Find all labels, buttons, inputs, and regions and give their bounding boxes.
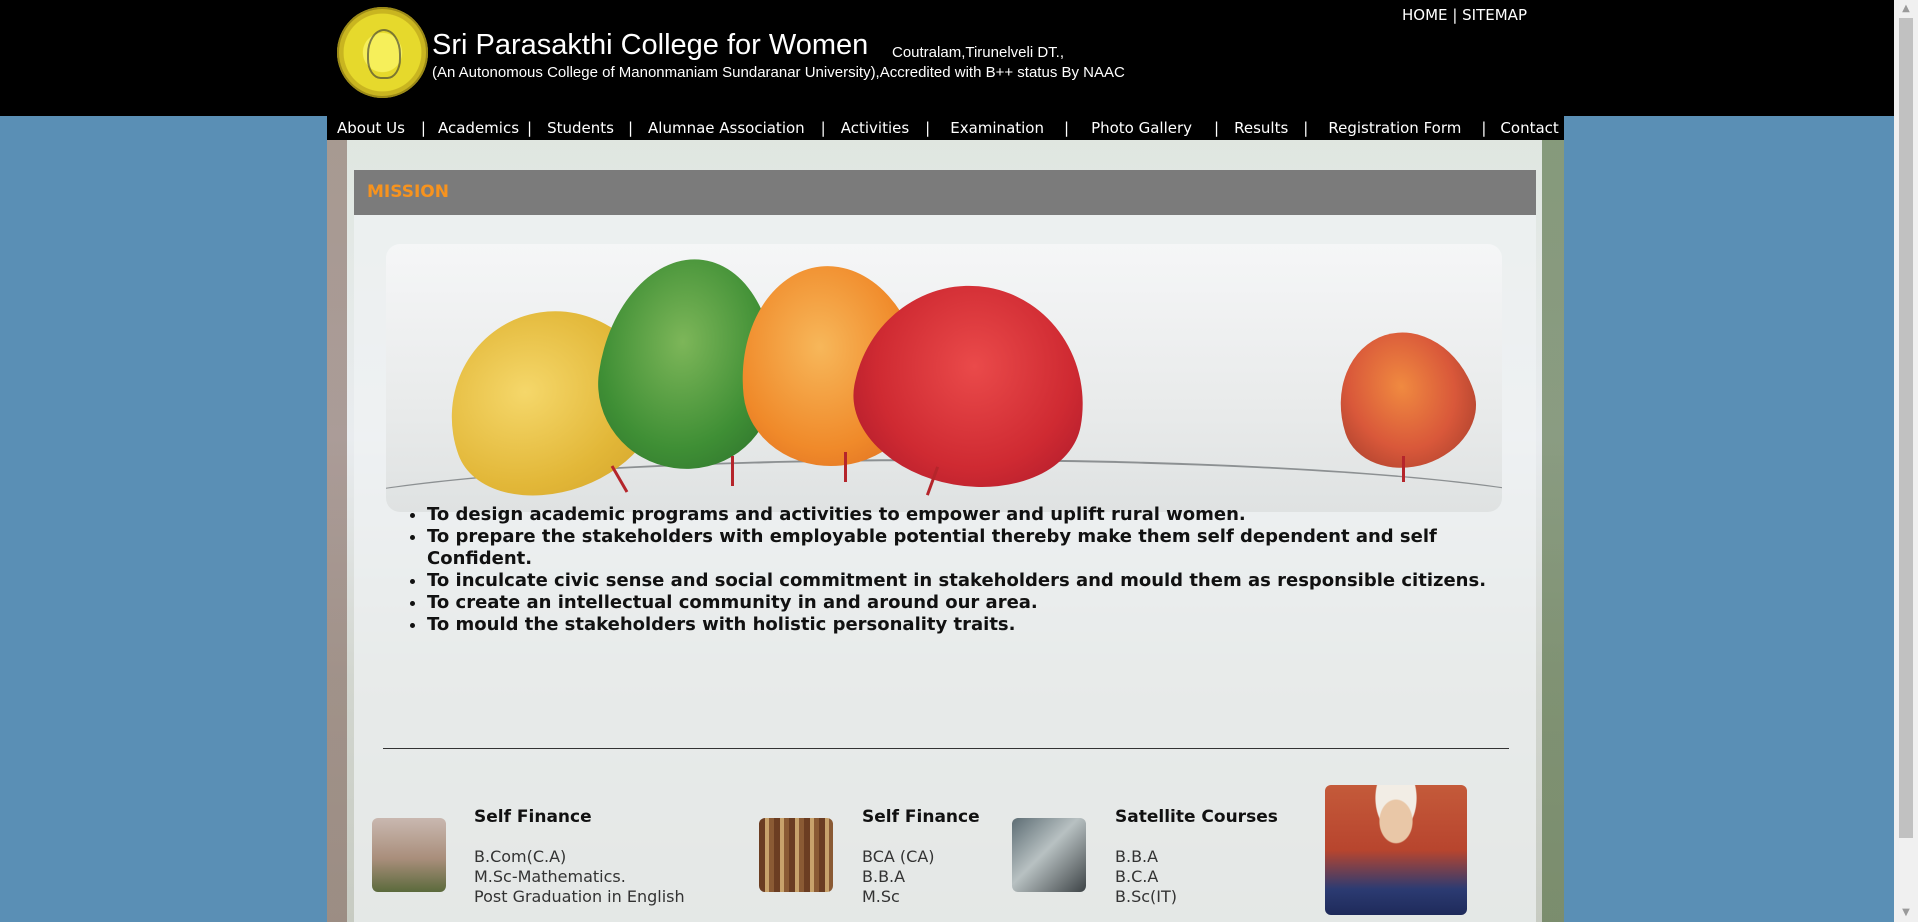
top-links: HOME | SITEMAP <box>1402 6 1527 24</box>
home-link[interactable]: HOME <box>1402 6 1448 24</box>
mission-item: To inculcate civic sense and social comm… <box>427 570 1527 592</box>
section-divider <box>383 748 1509 749</box>
nav-results[interactable]: Results <box>1219 119 1303 137</box>
panel-title: MISSION <box>354 170 1536 215</box>
bookshelf-photo-icon[interactable] <box>759 818 833 892</box>
site-header: Sri Parasakthi College for Women Coutral… <box>0 0 1894 116</box>
nav-contact[interactable]: Contact <box>1486 119 1558 137</box>
sitemap-link[interactable]: SITEMAP <box>1462 6 1527 24</box>
main-container: About Us | Academics | Students | Alumna… <box>327 116 1564 922</box>
leaf-stem <box>1402 456 1405 482</box>
small-red-leaf-icon <box>1320 314 1491 485</box>
page-scrollbar[interactable]: ▲ ▼ <box>1894 0 1918 922</box>
course-line[interactable]: B.C.A <box>1115 867 1158 886</box>
college-place: Coutralam,Tirunelveli DT., <box>892 44 1064 61</box>
leaf-stem <box>731 456 734 486</box>
nav-students[interactable]: Students <box>532 119 628 137</box>
course-line[interactable]: B.Sc(IT) <box>1115 887 1177 906</box>
scroll-thumb[interactable] <box>1899 18 1913 838</box>
nav-alumnae-association[interactable]: Alumnae Association <box>633 119 821 137</box>
nav-photo-gallery[interactable]: Photo Gallery <box>1069 119 1214 137</box>
building-photo-icon[interactable] <box>372 818 446 892</box>
scroll-down-arrow-icon[interactable]: ▼ <box>1894 904 1918 922</box>
course-line[interactable]: BCA (CA) <box>862 847 935 866</box>
mission-item: To design academic programs and activiti… <box>427 504 1527 526</box>
course-line[interactable]: B.Com(C.A) <box>474 847 566 866</box>
nav-about-us[interactable]: About Us <box>327 119 421 137</box>
mission-item: To prepare the stakeholders with employa… <box>427 526 1527 570</box>
nav-registration-form[interactable]: Registration Form <box>1308 119 1481 137</box>
course-title: Self Finance <box>474 807 592 827</box>
course-line[interactable]: B.B.A <box>862 867 905 886</box>
course-line[interactable]: Post Graduation in English <box>474 887 685 906</box>
nav-examination[interactable]: Examination <box>930 119 1064 137</box>
main-nav: About Us | Academics | Students | Alumna… <box>327 116 1564 140</box>
nav-activities[interactable]: Activities <box>826 119 925 137</box>
computer-lab-photo-icon[interactable] <box>1012 818 1086 892</box>
nav-academics[interactable]: Academics <box>426 119 527 137</box>
course-title: Satellite Courses <box>1115 807 1278 827</box>
founder-portrait-image <box>1325 785 1467 915</box>
mission-item: To create an intellectual community in a… <box>427 592 1527 614</box>
course-line[interactable]: B.B.A <box>1115 847 1158 866</box>
mission-item: To mould the stakeholders with holistic … <box>427 614 1527 636</box>
scroll-up-arrow-icon[interactable]: ▲ <box>1894 0 1918 18</box>
leaves-banner-image <box>386 244 1502 512</box>
mission-list: To design academic programs and activiti… <box>401 504 1527 636</box>
college-subtitle: (An Autonomous College of Manonmaniam Su… <box>432 64 1125 81</box>
top-link-separator: | <box>1452 6 1458 24</box>
course-line[interactable]: M.Sc-Mathematics. <box>474 867 626 886</box>
course-title: Self Finance <box>862 807 980 827</box>
college-emblem-icon[interactable] <box>337 7 428 98</box>
course-line[interactable]: M.Sc <box>862 887 900 906</box>
leaf-stem <box>844 452 847 482</box>
college-name: Sri Parasakthi College for Women <box>432 29 869 61</box>
